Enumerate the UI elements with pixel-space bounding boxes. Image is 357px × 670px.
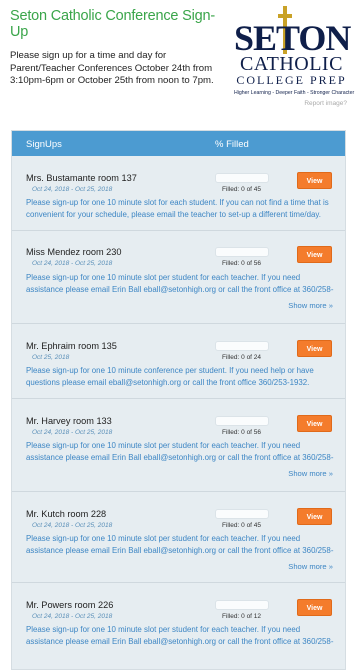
signup-row: Mr. Harvey room 133 Oct 24, 2018 - Oct 2… <box>12 399 345 492</box>
show-more-link[interactable]: Show more » <box>288 301 333 310</box>
view-button[interactable]: View <box>297 246 332 263</box>
signup-row: Mrs. Bustamante room 137 Oct 24, 2018 - … <box>12 156 345 231</box>
column-header-signups: SignUps <box>26 139 62 150</box>
table-header: SignUps % Filled <box>12 131 345 156</box>
filled-count: Filled: 0 of 45 <box>222 186 262 193</box>
logo-word-catholic: CATHOLIC <box>240 53 343 75</box>
signup-date: Oct 25, 2018 <box>32 354 70 361</box>
view-button[interactable]: View <box>297 340 332 357</box>
signup-row: Miss Mendez room 230 Oct 24, 2018 - Oct … <box>12 231 345 324</box>
view-button[interactable]: View <box>297 172 332 189</box>
view-button[interactable]: View <box>297 508 332 525</box>
signup-date: Oct 24, 2018 - Oct 25, 2018 <box>32 260 113 267</box>
progress-bar <box>215 341 269 351</box>
filled-count: Filled: 0 of 56 <box>222 429 262 436</box>
page-intro: Please sign up for a time and day for Pa… <box>10 50 214 86</box>
view-button[interactable]: View <box>297 599 332 616</box>
filled-count: Filled: 0 of 24 <box>222 354 262 361</box>
signup-description: Please sign-up for one 10 minute slot pe… <box>26 625 334 647</box>
signup-description: Please sign-up for one 10 minute slot pe… <box>26 534 334 556</box>
view-button[interactable]: View <box>297 415 332 432</box>
show-more-link[interactable]: Show more » <box>288 469 333 478</box>
signup-description: Please sign-up for one 10 minute slot fo… <box>26 198 329 220</box>
signup-row: Mr. Kutch room 228 Oct 24, 2018 - Oct 25… <box>12 492 345 583</box>
signup-date: Oct 24, 2018 - Oct 25, 2018 <box>32 522 113 529</box>
signup-name[interactable]: Mr. Kutch room 228 <box>26 509 106 519</box>
signup-row: Mr. Ephraim room 135 Oct 25, 2018 Filled… <box>12 324 345 399</box>
signup-name[interactable]: Miss Mendez room 230 <box>26 247 122 257</box>
progress-bar <box>215 416 269 426</box>
show-more-link[interactable]: Show more » <box>288 562 333 571</box>
logo-word-prep: COLLEGE PREP <box>236 73 347 87</box>
signup-name[interactable]: Mr. Powers room 226 <box>26 600 113 610</box>
page-header: Seton Catholic Conference Sign-Up Please… <box>0 0 357 118</box>
signups-panel: SignUps % Filled Mrs. Bustamante room 13… <box>11 130 346 670</box>
filled-count: Filled: 0 of 56 <box>222 260 262 267</box>
page-title: Seton Catholic Conference Sign-Up <box>10 8 215 40</box>
filled-count: Filled: 0 of 45 <box>222 522 262 529</box>
signup-description: Please sign-up for one 10 minute slot pe… <box>26 441 334 463</box>
signup-name[interactable]: Mrs. Bustamante room 137 <box>26 173 137 183</box>
progress-bar <box>215 173 269 183</box>
signup-date: Oct 24, 2018 - Oct 25, 2018 <box>32 429 113 436</box>
report-image-link[interactable]: Report image? <box>304 100 347 107</box>
signup-row: Mr. Powers room 226 Oct 24, 2018 - Oct 2… <box>12 583 345 658</box>
progress-bar <box>215 509 269 519</box>
progress-bar <box>215 600 269 610</box>
signup-date: Oct 24, 2018 - Oct 25, 2018 <box>32 186 113 193</box>
filled-count: Filled: 0 of 12 <box>222 613 262 620</box>
signup-name[interactable]: Mr. Harvey room 133 <box>26 416 112 426</box>
progress-bar <box>215 247 269 257</box>
column-header-filled: % Filled <box>215 139 249 150</box>
logo-word-seton: SETON <box>234 18 351 58</box>
signup-description: Please sign-up for one 10 minute confere… <box>26 366 314 388</box>
school-logo: SETON CATHOLIC COLLEGE PREP Higher Learn… <box>234 4 355 102</box>
signup-description: Please sign-up for one 10 minute slot pe… <box>26 273 334 295</box>
logo-motto: Higher Learning - Deeper Faith - Stronge… <box>234 90 355 96</box>
signup-name[interactable]: Mr. Ephraim room 135 <box>26 341 117 351</box>
signup-date: Oct 24, 2018 - Oct 25, 2018 <box>32 613 113 620</box>
